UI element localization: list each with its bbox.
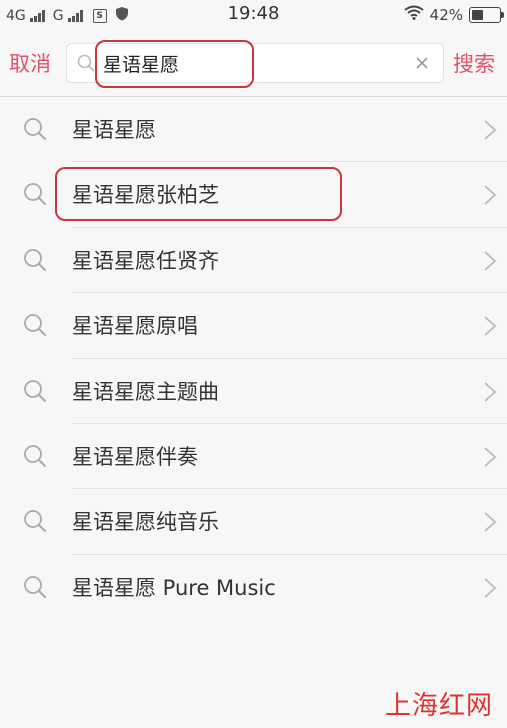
suggestion-label: 星语星愿纯音乐 — [72, 510, 219, 535]
status-bar: 4G G S 19:48 42% — [0, 0, 507, 30]
battery-fill — [472, 9, 483, 20]
search-icon — [23, 575, 47, 603]
search-button[interactable]: 搜索 — [453, 48, 495, 78]
chevron-right-icon — [483, 446, 497, 472]
suggestion-label: 星语星愿 — [72, 118, 156, 142]
chevron-right-icon — [483, 184, 497, 210]
suggestion-item[interactable]: 星语星愿张柏芝 — [0, 162, 507, 228]
battery-percent: 42% — [429, 5, 463, 24]
clear-icon[interactable] — [413, 54, 431, 72]
suggestion-item[interactable]: 星语星愿伴奏 — [0, 424, 507, 490]
search-icon — [23, 313, 47, 341]
chevron-right-icon — [483, 250, 497, 276]
watermark: 上海红网 — [384, 691, 493, 721]
search-input[interactable] — [103, 48, 403, 78]
cancel-button[interactable]: 取消 — [9, 48, 51, 78]
suggestion-item[interactable]: 星语星愿原唱 — [0, 293, 507, 359]
search-icon — [23, 182, 47, 210]
status-bar-right: 42% — [404, 5, 504, 24]
suggestion-item[interactable]: 星语星愿纯音乐 — [0, 489, 507, 555]
chevron-right-icon — [483, 315, 497, 341]
chevron-right-icon — [483, 119, 497, 145]
suggestion-label: 星语星愿任贤齐 — [72, 248, 219, 273]
suggestion-item[interactable]: 星语星愿主题曲 — [0, 359, 507, 424]
wifi-icon — [404, 5, 424, 24]
chevron-right-icon — [483, 511, 497, 537]
chevron-right-icon — [483, 577, 497, 603]
search-icon — [23, 117, 47, 145]
search-icon — [23, 444, 47, 472]
search-icon — [23, 379, 47, 407]
search-icon — [23, 509, 47, 537]
suggestion-item[interactable]: 星语星愿任贤齐 — [0, 228, 507, 294]
suggestion-label: 星语星愿 Pure Music — [72, 575, 276, 600]
search-icon — [23, 248, 47, 276]
suggestion-label: 星语星愿主题曲 — [72, 379, 219, 404]
suggestion-label: 星语星愿张柏芝 — [72, 183, 219, 208]
suggestion-label: 星语星愿伴奏 — [72, 444, 198, 469]
suggestion-label: 星语星愿原唱 — [72, 314, 198, 339]
suggestion-item[interactable]: 星语星愿 Pure Music — [0, 555, 507, 620]
chevron-right-icon — [483, 381, 497, 407]
suggestion-list: 星语星愿 星语星愿张柏芝 星语星愿任贤齐 星语星愿原唱 星语星愿主题曲 星语星愿… — [0, 97, 507, 620]
search-box[interactable] — [66, 43, 444, 83]
battery-icon — [469, 6, 504, 23]
suggestion-item[interactable]: 星语星愿 — [0, 97, 507, 163]
search-icon — [77, 54, 95, 76]
search-bar: 取消 搜索 — [0, 30, 507, 97]
